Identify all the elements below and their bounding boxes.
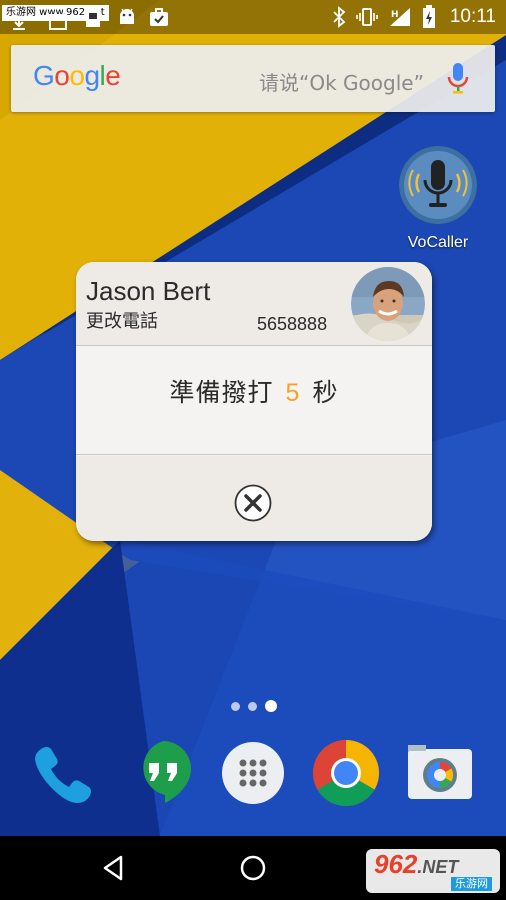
battery-charging-icon	[422, 5, 435, 28]
dialog-header: Jason Bert 更改電話 5658888	[76, 262, 432, 346]
search-hint: 请说“Ok Google”	[259, 71, 424, 95]
app-drawer-icon[interactable]	[217, 737, 289, 809]
download-icon	[13, 16, 25, 30]
call-countdown-dialog: Jason Bert 更改電話 5658888 準備撥打 5 秒	[76, 262, 432, 541]
watermark-logo: 962.NET 乐游网	[366, 849, 500, 893]
camera-icon[interactable]	[404, 737, 476, 809]
page-dot	[248, 701, 257, 711]
countdown-suffix: 秒	[312, 378, 339, 407]
page-dot-active	[265, 700, 277, 712]
signal-h-icon: H	[389, 8, 410, 26]
mic-icon[interactable]	[447, 61, 469, 95]
dialog-body: 準備撥打 5 秒	[76, 347, 432, 455]
vocaller-app-label: VoCaller	[407, 234, 469, 251]
phone-icon[interactable]	[27, 737, 99, 809]
home-button[interactable]	[237, 852, 269, 884]
page-indicator	[231, 700, 277, 712]
clock: 10:11	[449, 6, 496, 27]
android-icon	[120, 8, 134, 24]
bluetooth-icon	[333, 6, 346, 28]
dialog-footer	[76, 456, 432, 541]
file-icon	[86, 9, 100, 27]
google-search-bar[interactable]: Google 请说“Ok Google”	[11, 45, 495, 112]
vocaller-app-icon[interactable]	[399, 146, 477, 224]
svg-text:H: H	[391, 10, 399, 20]
contact-name: Jason Bert	[86, 276, 211, 306]
page-dot	[231, 701, 240, 711]
phone-number: 5658888	[257, 314, 328, 334]
change-phone-link[interactable]: 更改電話	[86, 307, 158, 333]
countdown-seconds: 5	[285, 379, 301, 407]
image-icon	[49, 14, 67, 30]
cancel-call-button[interactable]	[234, 484, 272, 522]
briefcase-check-icon	[150, 8, 168, 26]
google-logo: Google	[33, 60, 121, 91]
countdown-text: 準備撥打 5 秒	[76, 373, 432, 409]
back-button[interactable]	[98, 852, 130, 884]
status-bar: 乐游网 www.962.net H 10:11	[0, 0, 506, 34]
hangouts-icon[interactable]	[127, 737, 199, 809]
vibrate-icon	[356, 8, 378, 26]
chrome-icon[interactable]	[310, 737, 382, 809]
contact-avatar	[351, 267, 425, 341]
countdown-prefix: 準備撥打	[169, 378, 274, 407]
